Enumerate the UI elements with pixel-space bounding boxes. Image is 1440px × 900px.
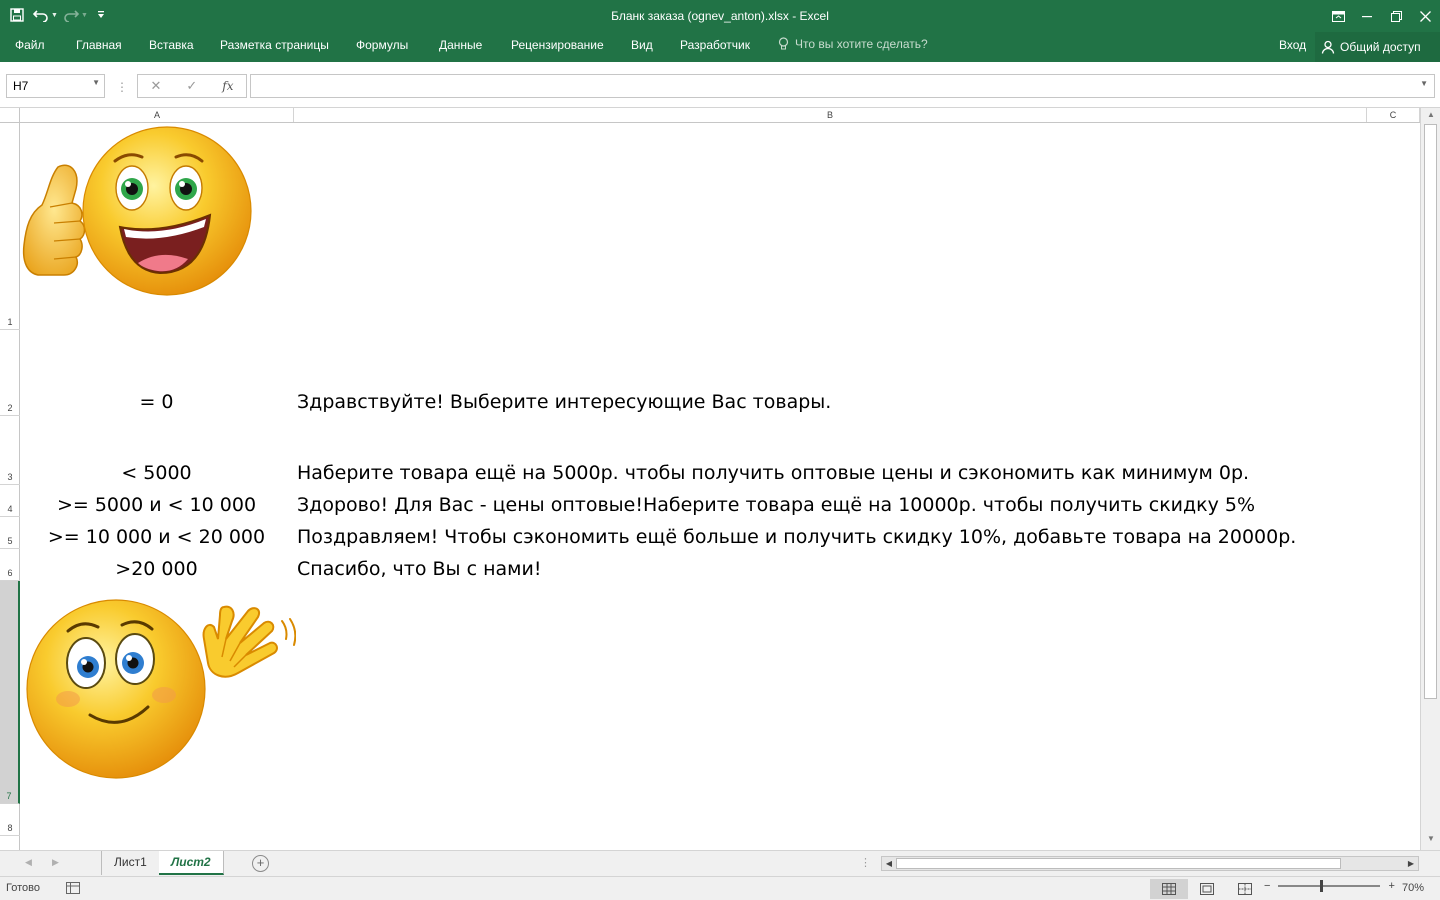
- formula-input[interactable]: ▼: [250, 74, 1435, 98]
- tab-home[interactable]: Главная: [76, 38, 122, 52]
- column-header-b[interactable]: B: [294, 108, 1367, 122]
- minimize-icon[interactable]: [1353, 0, 1382, 32]
- row-header-5[interactable]: 5: [0, 517, 20, 549]
- previous-sheet-icon[interactable]: ◀: [25, 857, 32, 868]
- scroll-right-icon[interactable]: ▶: [1404, 857, 1418, 870]
- status-bar: Готово − + 70%: [0, 876, 1440, 900]
- cell-a3[interactable]: < 5000: [20, 461, 293, 485]
- add-sheet-icon[interactable]: +: [252, 855, 269, 872]
- tab-developer[interactable]: Разработчик: [680, 38, 750, 52]
- splitter-icon[interactable]: ⋮: [860, 856, 871, 869]
- tab-view[interactable]: Вид: [631, 38, 653, 52]
- scroll-left-icon[interactable]: ◀: [882, 857, 896, 870]
- row-headers: 1 2 3 4 5 6 7 8: [0, 123, 20, 850]
- sheet-tab-bar: ◀ ▶ Лист1 Лист2 + ⋮ ◀ ▶: [0, 850, 1440, 876]
- cancel-icon[interactable]: ✕: [150, 78, 161, 94]
- zoom-slider-thumb[interactable]: [1320, 880, 1324, 892]
- status-text: Готово: [6, 882, 40, 894]
- formula-bar-splitter[interactable]: ⋮: [116, 80, 128, 94]
- tab-data[interactable]: Данные: [439, 38, 482, 52]
- cell-a4[interactable]: >= 5000 и < 10 000: [20, 493, 293, 517]
- row-header-2[interactable]: 2: [0, 330, 20, 416]
- row-header-1[interactable]: 1: [0, 123, 20, 330]
- zoom-out-icon[interactable]: −: [1264, 880, 1270, 892]
- ribbon-tabs: Файл Главная Вставка Разметка страницы Ф…: [0, 32, 1440, 62]
- row-header-4[interactable]: 4: [0, 485, 20, 517]
- scroll-up-icon[interactable]: ▲: [1421, 110, 1440, 124]
- sheet-grid[interactable]: = 0 Здравствуйте! Выберите интересующие …: [20, 123, 1420, 850]
- zoom-slider[interactable]: [1278, 880, 1381, 892]
- close-icon[interactable]: [1411, 0, 1440, 32]
- cell-b5[interactable]: Поздравляем! Чтобы сэкономить ещё больше…: [297, 525, 1296, 549]
- formula-bar-area: H7 ▼ ⋮ ✕ ✓ fx ▼: [0, 62, 1440, 108]
- name-box[interactable]: H7 ▼: [6, 74, 105, 98]
- tab-file[interactable]: Файл: [15, 38, 45, 52]
- ribbon-display-icon[interactable]: [1324, 0, 1353, 32]
- row-header-3[interactable]: 3: [0, 416, 20, 485]
- row-header-8[interactable]: 8: [0, 804, 20, 836]
- share-button[interactable]: Общий доступ: [1315, 32, 1440, 62]
- cell-b4[interactable]: Здорово! Для Вас - цены оптовые!Наберите…: [297, 493, 1255, 517]
- restore-icon[interactable]: [1382, 0, 1411, 32]
- smiley-face: [82, 126, 252, 296]
- select-all-corner[interactable]: [0, 108, 20, 122]
- row-header-7[interactable]: 7: [0, 581, 20, 804]
- column-header-a[interactable]: A: [21, 108, 294, 122]
- vertical-scrollbar[interactable]: ▲ ▼: [1420, 108, 1440, 850]
- next-sheet-icon[interactable]: ▶: [52, 857, 59, 868]
- title-bar: ▼ ▼ Бланк заказа (ognev_anton).xlsx - Ex…: [0, 0, 1440, 32]
- thumbs-up-smiley[interactable]: [20, 123, 254, 300]
- tab-review[interactable]: Рецензирование: [511, 38, 604, 52]
- normal-view-icon[interactable]: [1150, 879, 1188, 899]
- formula-buttons: ✕ ✓ fx: [137, 74, 247, 98]
- zoom-level[interactable]: 70%: [1402, 882, 1424, 894]
- tell-me-box[interactable]: Что вы хотите сделать?: [778, 37, 928, 51]
- tab-formulas[interactable]: Формулы: [356, 38, 408, 52]
- cell-a2[interactable]: = 0: [20, 390, 293, 414]
- scroll-down-icon[interactable]: ▼: [1421, 834, 1440, 848]
- waving-smiley[interactable]: [24, 599, 296, 779]
- tab-page-layout[interactable]: Разметка страницы: [220, 38, 329, 52]
- cell-a6[interactable]: >20 000: [20, 557, 293, 581]
- expand-formula-bar-icon[interactable]: ▼: [1420, 79, 1428, 88]
- cell-b6[interactable]: Спасибо, что Вы с нами!: [297, 557, 541, 581]
- tab-insert[interactable]: Вставка: [149, 38, 194, 52]
- view-switcher: [1150, 879, 1264, 899]
- name-box-value: H7: [13, 79, 29, 93]
- window-controls: [1324, 0, 1440, 32]
- person-icon: [1321, 40, 1335, 54]
- waving-hand: [202, 605, 296, 678]
- horizontal-scroll-thumb[interactable]: [896, 858, 1341, 869]
- cell-a5[interactable]: >= 10 000 и < 20 000: [20, 525, 293, 549]
- zoom-control: − +: [1264, 880, 1395, 892]
- sheet-tab-list2[interactable]: Лист2: [159, 851, 224, 875]
- window-title: Бланк заказа (ognev_anton).xlsx - Excel: [611, 9, 829, 23]
- smiley-face: [26, 599, 206, 779]
- row-header-6[interactable]: 6: [0, 549, 20, 581]
- tell-me-text: Что вы хотите сделать?: [795, 37, 928, 51]
- column-headers: A B C: [0, 108, 1420, 123]
- zoom-in-icon[interactable]: +: [1388, 880, 1394, 892]
- page-break-view-icon[interactable]: [1226, 879, 1264, 899]
- column-header-c[interactable]: C: [1367, 108, 1420, 122]
- horizontal-scrollbar[interactable]: ◀ ▶: [881, 856, 1419, 871]
- enter-icon[interactable]: ✓: [186, 78, 197, 94]
- login-link[interactable]: Вход: [1279, 38, 1306, 52]
- cell-b2[interactable]: Здравствуйте! Выберите интересующие Вас …: [297, 390, 831, 414]
- sheet-tab-list1[interactable]: Лист1: [101, 851, 160, 875]
- cell-b3[interactable]: Наберите товара ещё на 5000р. чтобы полу…: [297, 461, 1249, 485]
- chevron-down-icon[interactable]: ▼: [92, 78, 100, 87]
- thumb-hand: [22, 164, 86, 276]
- vertical-scroll-thumb[interactable]: [1424, 124, 1437, 699]
- page-layout-view-icon[interactable]: [1188, 879, 1226, 899]
- lightbulb-icon: [778, 37, 789, 50]
- macro-record-icon[interactable]: [66, 882, 80, 897]
- insert-function-icon[interactable]: fx: [222, 79, 233, 93]
- share-label: Общий доступ: [1340, 40, 1421, 54]
